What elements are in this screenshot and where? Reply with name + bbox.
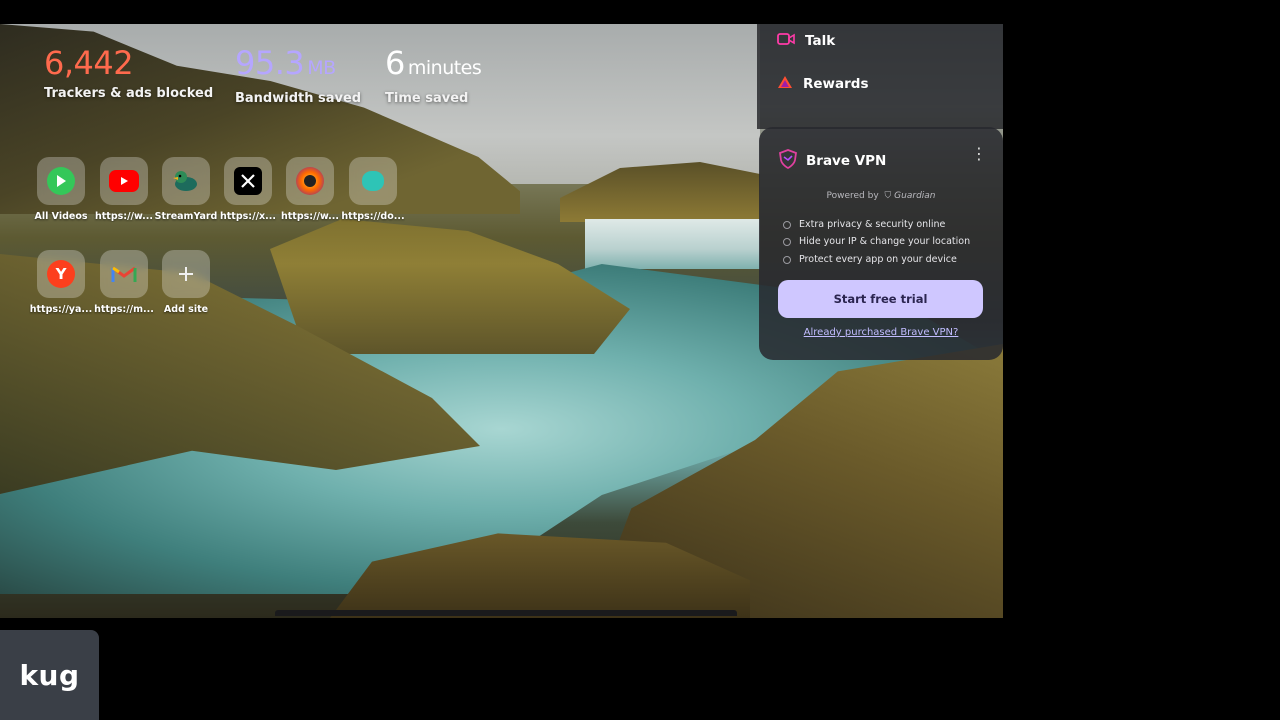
gmail-icon [110, 260, 138, 288]
kug-badge-text: kug [19, 658, 80, 692]
bandwidth-unit: MB [307, 57, 336, 79]
top-site-label: https://x... [220, 211, 276, 222]
powered-by-label: Powered by [826, 191, 879, 201]
bottom-handle [275, 610, 737, 616]
check-circle-icon [783, 255, 791, 264]
top-site-tile[interactable]: https://w... [92, 157, 156, 222]
top-site-tile[interactable]: StreamYard [154, 157, 218, 222]
vpn-feature: Protect every app on your device [783, 254, 957, 265]
rewards-triangle-icon [777, 75, 793, 93]
video-camera-icon [777, 32, 795, 50]
add-site-tile[interactable]: Add site [154, 250, 218, 315]
duck-icon [172, 167, 200, 195]
rewards-item[interactable]: Rewards [777, 75, 869, 93]
add-site-label: Add site [163, 304, 209, 315]
vpn-header: Brave VPN [779, 149, 886, 173]
vpn-title: Brave VPN [806, 153, 887, 169]
bandwidth-value: 95.3 [235, 44, 305, 82]
top-site-tile[interactable]: All Videos [29, 157, 93, 222]
powered-by: Powered by ⛉ Guardian [759, 191, 1003, 201]
top-site-icon-box [349, 157, 397, 205]
kug-badge: kug [0, 630, 99, 720]
teal-circle-icon [362, 171, 384, 191]
talk-item[interactable]: Talk [777, 32, 835, 50]
top-site-icon-box [162, 157, 210, 205]
top-site-icon-box [37, 157, 85, 205]
time-stat: 6 minutes Time saved [385, 44, 482, 106]
top-site-label: https://do... [341, 211, 405, 222]
top-site-label: StreamYard [154, 211, 218, 222]
top-site-icon-box [100, 157, 148, 205]
check-circle-icon [783, 237, 791, 246]
already-purchased-link[interactable]: Already purchased Brave VPN? [759, 327, 1003, 338]
top-site-label: https://m... [94, 304, 154, 315]
top-site-icon-box [224, 157, 272, 205]
time-value-row: 6 minutes [385, 44, 482, 87]
check-circle-icon [783, 220, 791, 229]
shield-icon [779, 149, 797, 173]
add-site-icon-box [162, 250, 210, 298]
vpn-feature-text: Extra privacy & security online [799, 219, 946, 230]
camera-icon [296, 167, 324, 195]
yandex-icon: Y [47, 260, 75, 288]
top-site-icon-box: Y [37, 250, 85, 298]
top-site-tile[interactable]: https://do... [341, 157, 405, 222]
time-label: Time saved [385, 91, 469, 106]
vpn-feature: Hide your IP & change your location [783, 236, 970, 247]
play-icon [47, 167, 75, 195]
side-panel: Talk Rewards [757, 24, 1003, 129]
screen: 6,442 Trackers & ads blocked 95.3 MB Band… [0, 0, 1280, 720]
top-site-icon-box [100, 250, 148, 298]
trackers-count: 6,442 [44, 44, 134, 82]
vpn-feature-text: Protect every app on your device [799, 254, 957, 265]
trackers-stat: 6,442 Trackers & ads blocked [44, 44, 213, 101]
top-site-icon-box [286, 157, 334, 205]
top-site-label: https://w... [94, 211, 154, 222]
talk-label: Talk [805, 33, 836, 49]
vpn-card: Brave VPN ⋮ Powered by ⛉ Guardian Extra … [759, 127, 1003, 360]
x-icon [234, 167, 262, 195]
time-unit: minutes [407, 57, 482, 79]
top-site-tile[interactable]: https://w... [278, 157, 342, 222]
bandwidth-label: Bandwidth saved [235, 91, 362, 106]
guardian-shield-icon: ⛉ [884, 191, 892, 201]
vpn-feature-text: Hide your IP & change your location [799, 236, 971, 247]
guardian-logo-text: Guardian [894, 191, 936, 201]
top-site-label: https://ya... [29, 304, 93, 315]
youtube-icon [109, 170, 139, 192]
vpn-feature: Extra privacy & security online [783, 219, 945, 230]
top-site-label: https://w... [280, 211, 340, 222]
time-value: 6 [385, 44, 405, 82]
bandwidth-value-row: 95.3 MB [235, 44, 361, 87]
top-site-tile[interactable]: https://x... [216, 157, 280, 222]
plus-icon [172, 260, 200, 288]
trackers-label: Trackers & ads blocked [44, 86, 214, 101]
new-tab-page: 6,442 Trackers & ads blocked 95.3 MB Band… [0, 24, 1003, 618]
top-site-tile[interactable]: https://m... [92, 250, 156, 315]
background-waterfall [585, 219, 760, 269]
start-free-trial-button[interactable]: Start free trial [778, 280, 983, 318]
top-site-label: All Videos [34, 211, 88, 222]
more-options-icon[interactable]: ⋮ [971, 146, 987, 162]
background-middle-bank [270, 219, 630, 354]
rewards-label: Rewards [803, 76, 869, 92]
bandwidth-stat: 95.3 MB Bandwidth saved [235, 44, 361, 106]
top-site-tile[interactable]: Y https://ya... [29, 250, 93, 315]
